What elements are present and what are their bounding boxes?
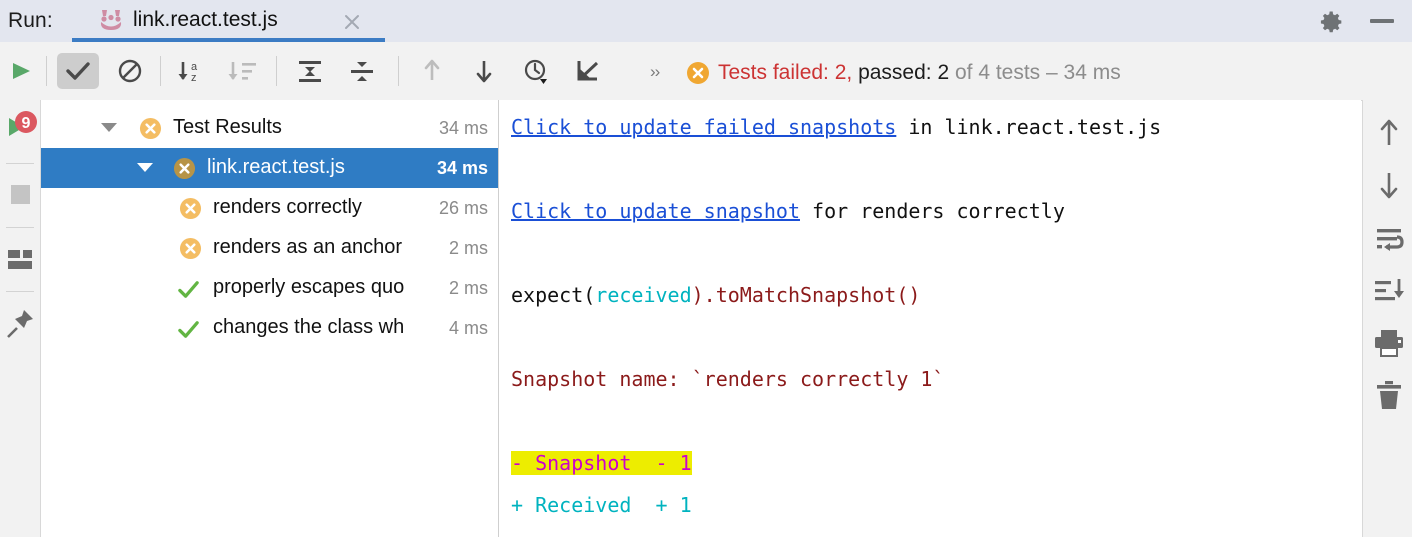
rerun-badge-count: 9: [22, 115, 31, 132]
expect-matcher: ).toMatchSnapshot(): [691, 283, 921, 307]
tree-row-label: renders as an anchor: [213, 236, 403, 258]
pin-tab-button[interactable]: [0, 292, 40, 356]
tree-row-changes-the-class-when[interactable]: changes the class wh 4 ms: [41, 308, 498, 348]
test-failed-icon: [179, 237, 202, 260]
console-line-2-rest: for renders correctly: [799, 199, 1065, 223]
console-side-toolbar: [1362, 100, 1412, 537]
tree-row-label: properly escapes quo: [213, 276, 405, 298]
tree-row-duration: 34 ms: [436, 158, 488, 178]
show-ignored-button[interactable]: [110, 55, 150, 87]
test-failed-icon: [687, 62, 709, 84]
title-bar: Run: link.react.test.js: [0, 0, 1412, 42]
next-failed-test-button[interactable]: [464, 55, 504, 87]
jest-icon: [100, 10, 122, 30]
minimize-icon[interactable]: [1370, 19, 1394, 23]
tree-row-duration: 4 ms: [448, 318, 488, 338]
expect-received-arg: received: [595, 283, 692, 307]
scroll-up-button[interactable]: [1368, 112, 1410, 154]
console-line-update-failed-snapshots: Click to update failed snapshots in link…: [511, 106, 1161, 148]
scroll-to-end-button[interactable]: [1368, 270, 1410, 312]
run-label: Run:: [8, 9, 53, 32]
sort-by-duration-button[interactable]: [222, 55, 262, 87]
tree-row-properly-escapes-quotes[interactable]: properly escapes quo 2 ms: [41, 268, 498, 308]
update-failed-snapshots-link[interactable]: Click to update failed snapshots: [511, 115, 896, 139]
status-passed-text: passed: 2: [852, 61, 950, 84]
console-line-snapshot-name: Snapshot name: `renders correctly 1`: [511, 367, 945, 391]
test-passed-icon: [178, 281, 199, 298]
rerun-with-badge-button[interactable]: 9: [0, 100, 40, 164]
expect-prefix: expect(: [511, 283, 596, 307]
trash-icon[interactable]: [1368, 374, 1410, 416]
test-failed-icon: [139, 117, 162, 140]
tree-row-duration: 34 ms: [438, 118, 488, 138]
test-failed-icon: [179, 197, 202, 220]
status-failed-text: Tests failed: 2,: [718, 61, 853, 84]
tree-row-label: link.react.test.js: [207, 156, 345, 178]
tab-title: link.react.test.js: [133, 8, 278, 31]
scroll-down-button[interactable]: [1368, 164, 1410, 206]
sort-alphabetically-button[interactable]: a z: [170, 55, 210, 87]
expand-all-button[interactable]: [290, 55, 330, 87]
test-output-console[interactable]: Click to update failed snapshots in link…: [499, 100, 1361, 537]
update-snapshot-link[interactable]: Click to update snapshot: [511, 199, 800, 223]
previous-failed-test-button[interactable]: [412, 55, 452, 87]
diff-removed-line: - Snapshot - 1: [511, 451, 692, 475]
tree-row-duration: 2 ms: [448, 278, 488, 298]
collapse-all-button[interactable]: [342, 55, 382, 87]
soft-wrap-toggle[interactable]: [1368, 218, 1410, 260]
console-line-expect: expect(received).toMatchSnapshot(): [511, 274, 920, 316]
tree-row-label: Test Results: [173, 116, 282, 138]
tree-row-duration: 2 ms: [448, 238, 488, 258]
gear-icon[interactable]: [1318, 8, 1346, 36]
console-line-snapshot-diff: - Snapshot - 1: [511, 442, 692, 484]
layout-settings-button[interactable]: [0, 228, 40, 292]
tree-row-renders-as-an-anchor[interactable]: renders as an anchor 2 ms: [41, 228, 498, 268]
tree-row-renders-correctly[interactable]: renders correctly 26 ms: [41, 188, 498, 228]
import-tests-button[interactable]: [568, 55, 608, 87]
test-failed-icon: [173, 157, 196, 180]
console-line-received-diff: + Received + 1: [511, 493, 692, 517]
test-tree-panel[interactable]: Test Results 34 ms link.react.test.js 34…: [41, 100, 498, 537]
stop-process-button[interactable]: [0, 164, 40, 228]
svg-text:z: z: [191, 72, 197, 84]
console-line-update-snapshot: Click to update snapshot for renders cor…: [511, 190, 1065, 232]
close-icon[interactable]: [340, 10, 364, 34]
tree-row-label: changes the class wh: [213, 316, 405, 338]
run-tool-window: Run: link.react.test.js a z ›› Tests fai…: [0, 0, 1412, 537]
test-history-button[interactable]: [516, 55, 556, 87]
status-summary: Tests failed: 2, passed: 2 of 4 tests – …: [718, 58, 1121, 88]
console-line-1-rest: in link.react.test.js: [896, 115, 1162, 139]
test-passed-icon: [178, 321, 199, 338]
status-total-text: of 4 tests – 34 ms: [949, 61, 1121, 84]
tree-row-label: renders correctly: [213, 196, 362, 218]
rerun-tests-button[interactable]: [2, 55, 42, 87]
left-gutter-toolbar: 9: [0, 100, 41, 537]
toolbar-overflow-chevron[interactable]: ››: [650, 62, 660, 82]
show-passed-toggle[interactable]: [58, 55, 98, 87]
tree-row-test-results[interactable]: Test Results 34 ms: [41, 108, 498, 148]
printer-icon[interactable]: [1368, 322, 1410, 364]
tree-row-duration: 26 ms: [438, 198, 488, 218]
tree-row-link-react-test-js[interactable]: link.react.test.js 34 ms: [41, 148, 498, 188]
